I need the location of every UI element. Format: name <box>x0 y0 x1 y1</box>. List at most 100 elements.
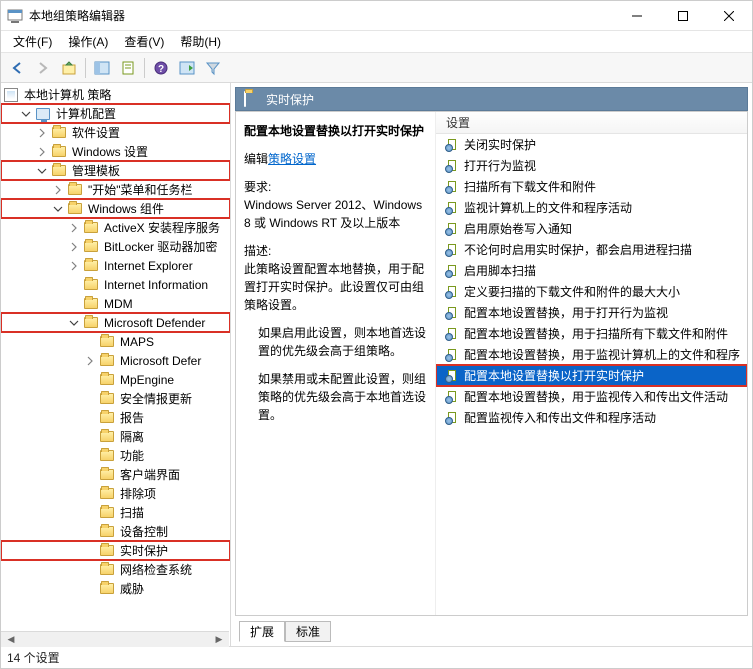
tree-node[interactable]: Windows 组件 <box>1 199 230 218</box>
menu-help[interactable]: 帮助(H) <box>172 31 229 52</box>
folder-icon <box>83 258 99 274</box>
folder-icon <box>99 372 115 388</box>
list-header-label: 设置 <box>446 114 470 131</box>
edit-policy-link[interactable]: 策略设置 <box>268 152 316 166</box>
tab-extended[interactable]: 扩展 <box>239 621 285 642</box>
content-body: 配置本地设置替换以打开实时保护 编辑策略设置 要求: Windows Serve… <box>235 111 748 616</box>
tree-root-node[interactable]: 本地计算机 策略 <box>1 85 230 104</box>
tree-node[interactable]: BitLocker 驱动器加密 <box>1 237 230 256</box>
content-header: 实时保护 <box>235 87 748 111</box>
minimize-button[interactable] <box>614 1 660 31</box>
tree-node[interactable]: 隔离 <box>1 427 230 446</box>
policy-row[interactable]: 配置本地设置替换以打开实时保护 <box>436 365 747 386</box>
tree-node[interactable]: "开始"菜单和任务栏 <box>1 180 230 199</box>
tree-node-label: 安全情报更新 <box>118 390 194 407</box>
policy-row[interactable]: 配置本地设置替换，用于打开行为监视 <box>436 302 747 323</box>
policy-row[interactable]: 监视计算机上的文件和程序活动 <box>436 197 747 218</box>
chevron-down-icon[interactable] <box>53 204 67 214</box>
show-hide-tree-button[interactable] <box>90 56 114 80</box>
chevron-right-icon[interactable] <box>53 185 67 195</box>
policy-list[interactable]: 关闭实时保护打开行为监视扫描所有下载文件和附件监视计算机上的文件和程序活动启用原… <box>436 134 747 615</box>
policy-row[interactable]: 打开行为监视 <box>436 155 747 176</box>
scroll-right-icon[interactable]: ▶ <box>211 633 227 647</box>
tree-node[interactable]: 计算机配置 <box>1 104 230 123</box>
policy-row[interactable]: 关闭实时保护 <box>436 134 747 155</box>
help-button[interactable]: ? <box>149 56 173 80</box>
menu-action[interactable]: 操作(A) <box>60 31 116 52</box>
policy-row[interactable]: 配置监视传入和传出文件和程序活动 <box>436 407 747 428</box>
menu-view[interactable]: 查看(V) <box>116 31 172 52</box>
tree-horizontal-scrollbar[interactable]: ◀ ▶ <box>1 631 229 646</box>
properties-button[interactable] <box>116 56 140 80</box>
policy-icon <box>444 242 460 258</box>
tree-node[interactable]: MAPS <box>1 332 230 351</box>
policy-label: 配置本地设置替换，用于监视传入和传出文件活动 <box>464 388 728 405</box>
policy-row[interactable]: 定义要扫描的下载文件和附件的最大大小 <box>436 281 747 302</box>
policy-row[interactable]: 配置本地设置替换，用于监视计算机上的文件和程序 <box>436 344 747 365</box>
tree-node[interactable]: MDM <box>1 294 230 313</box>
tree-node[interactable]: Internet Information <box>1 275 230 294</box>
policy-icon <box>444 137 460 153</box>
tree-node-label: Windows 设置 <box>70 143 150 160</box>
maximize-button[interactable] <box>660 1 706 31</box>
svg-text:?: ? <box>158 64 164 75</box>
tree-node[interactable]: MpEngine <box>1 370 230 389</box>
tree-node[interactable]: 报告 <box>1 408 230 427</box>
tree-node[interactable]: 威胁 <box>1 579 230 598</box>
chevron-down-icon[interactable] <box>69 318 83 328</box>
tree-pane[interactable]: 本地计算机 策略 计算机配置软件设置Windows 设置管理模板"开始"菜单和任… <box>1 83 231 646</box>
policy-row[interactable]: 配置本地设置替换，用于监视传入和传出文件活动 <box>436 386 747 407</box>
tree-node-label: Microsoft Defender <box>102 316 207 330</box>
tree-node[interactable]: 安全情报更新 <box>1 389 230 408</box>
tree-node[interactable]: ActiveX 安装程序服务 <box>1 218 230 237</box>
tree-node[interactable]: Internet Explorer <box>1 256 230 275</box>
tree-node[interactable]: Windows 设置 <box>1 142 230 161</box>
tree-node[interactable]: Microsoft Defender <box>1 313 230 332</box>
tree-node[interactable]: 实时保护 <box>1 541 230 560</box>
tree-node-label: 本地计算机 策略 <box>22 86 113 103</box>
policy-row[interactable]: 不论何时启用实时保护，都会启用进程扫描 <box>436 239 747 260</box>
up-button[interactable] <box>57 56 81 80</box>
filter-button[interactable] <box>201 56 225 80</box>
tree: 本地计算机 策略 计算机配置软件设置Windows 设置管理模板"开始"菜单和任… <box>1 85 230 598</box>
forward-button[interactable] <box>31 56 55 80</box>
tree-node[interactable]: 扫描 <box>1 503 230 522</box>
requirements-text: Windows Server 2012、Windows 8 或 Windows … <box>244 198 422 230</box>
close-button[interactable] <box>706 1 752 31</box>
chevron-right-icon[interactable] <box>85 356 99 366</box>
policy-row[interactable]: 扫描所有下载文件和附件 <box>436 176 747 197</box>
chevron-right-icon[interactable] <box>69 261 83 271</box>
tree-node[interactable]: Microsoft Defer <box>1 351 230 370</box>
chevron-right-icon[interactable] <box>69 242 83 252</box>
folder-icon <box>99 486 115 502</box>
policy-row[interactable]: 启用脚本扫描 <box>436 260 747 281</box>
folder-icon <box>51 163 67 179</box>
list-column-header[interactable]: 设置 <box>436 112 747 134</box>
export-button[interactable] <box>175 56 199 80</box>
computer-icon <box>35 106 51 122</box>
tree-node[interactable]: 管理模板 <box>1 161 230 180</box>
chevron-right-icon[interactable] <box>37 147 51 157</box>
tree-node[interactable]: 客户端界面 <box>1 465 230 484</box>
tree-node[interactable]: 网络检查系统 <box>1 560 230 579</box>
tree-node[interactable]: 软件设置 <box>1 123 230 142</box>
chevron-down-icon[interactable] <box>37 166 51 176</box>
chevron-down-icon[interactable] <box>21 109 35 119</box>
folder-icon <box>83 277 99 293</box>
policy-row[interactable]: 配置本地设置替换，用于扫描所有下载文件和附件 <box>436 323 747 344</box>
folder-icon <box>83 239 99 255</box>
tree-node-label: 报告 <box>118 409 146 426</box>
tab-standard[interactable]: 标准 <box>285 621 331 642</box>
tree-node[interactable]: 排除项 <box>1 484 230 503</box>
chevron-right-icon[interactable] <box>69 223 83 233</box>
policy-row[interactable]: 启用原始卷写入通知 <box>436 218 747 239</box>
tree-node[interactable]: 设备控制 <box>1 522 230 541</box>
folder-icon <box>99 505 115 521</box>
tree-node-label: Internet Explorer <box>102 259 195 273</box>
tree-node[interactable]: 功能 <box>1 446 230 465</box>
scroll-left-icon[interactable]: ◀ <box>3 633 19 647</box>
chevron-right-icon[interactable] <box>37 128 51 138</box>
menu-file[interactable]: 文件(F) <box>5 31 60 52</box>
content-tabs: 扩展 标准 <box>235 620 748 642</box>
back-button[interactable] <box>5 56 29 80</box>
